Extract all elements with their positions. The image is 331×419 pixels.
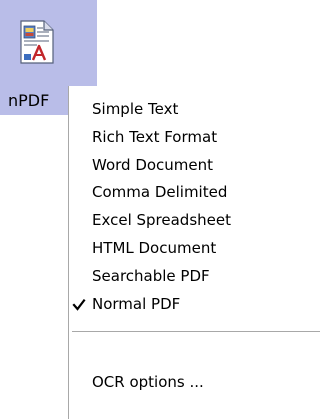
menu-item-ocr-options[interactable]: OCR options ... <box>69 369 321 396</box>
menu-separator <box>72 331 320 332</box>
app-icon-tile[interactable] <box>0 0 97 86</box>
document-icon <box>20 20 54 64</box>
menu-item-label: Simple Text <box>92 100 179 118</box>
menu-item-label: Word Document <box>92 156 214 174</box>
output-format-menu: Simple Text Rich Text Format Word Docume… <box>68 86 321 419</box>
menu-item-rich-text-format[interactable]: Rich Text Format <box>69 124 321 151</box>
menu-item-word-document[interactable]: Word Document <box>69 152 321 179</box>
menu-item-label: OCR options ... <box>92 373 204 391</box>
menu-item-simple-text[interactable]: Simple Text <box>69 96 321 123</box>
checkmark-icon <box>72 298 86 311</box>
menu-item-label: Normal PDF <box>92 295 181 313</box>
menu-item-label: HTML Document <box>92 239 217 257</box>
menu-item-label: Excel Spreadsheet <box>92 211 231 229</box>
menu-item-searchable-pdf[interactable]: Searchable PDF <box>69 263 321 290</box>
menu-item-label: Rich Text Format <box>92 128 218 146</box>
menu-item-excel-spreadsheet[interactable]: Excel Spreadsheet <box>69 207 321 234</box>
menu-item-normal-pdf[interactable]: Normal PDF <box>69 291 321 318</box>
menu-item-comma-delimited[interactable]: Comma Delimited <box>69 179 321 206</box>
menu-item-label: Searchable PDF <box>92 267 210 285</box>
desktop-area: nPDF Simple Text Rich Text Format Word D… <box>0 0 331 419</box>
menu-item-html-document[interactable]: HTML Document <box>69 235 321 262</box>
menu-item-label: Comma Delimited <box>92 183 228 201</box>
